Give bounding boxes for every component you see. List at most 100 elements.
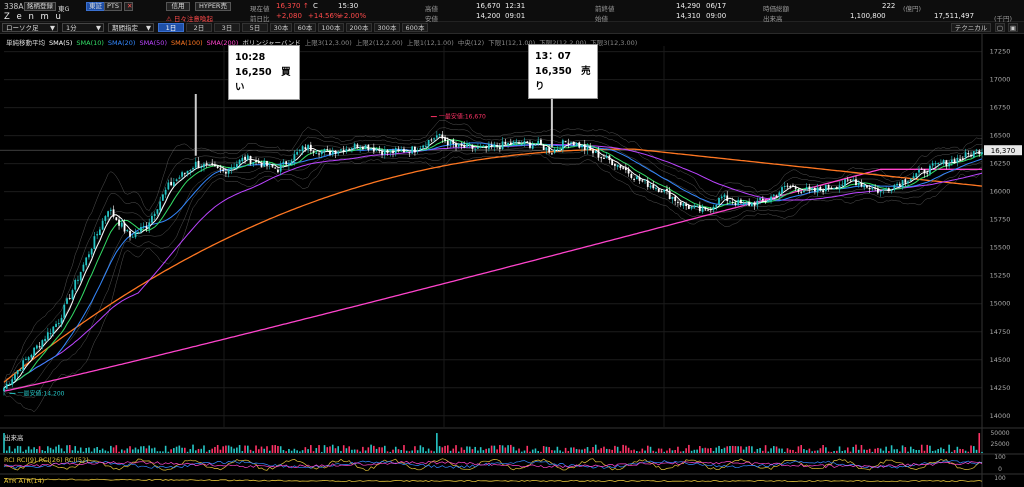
candle-body-265 bbox=[729, 201, 731, 203]
volume-bar-164 bbox=[452, 448, 455, 453]
price-tick-3: 16500 bbox=[990, 132, 1011, 140]
technical-button[interactable]: テクニカル bbox=[951, 23, 991, 32]
candle-body-308 bbox=[846, 179, 849, 181]
margin-button[interactable]: 信用 bbox=[166, 2, 190, 11]
span-button-0[interactable]: 1日 bbox=[158, 23, 184, 32]
volume-bar-11 bbox=[33, 447, 35, 453]
chart-type-select[interactable]: ローソク足 ▼ bbox=[2, 23, 58, 32]
volume-bar-35 bbox=[99, 450, 101, 453]
volume-bar-29 bbox=[82, 451, 85, 453]
candle-body-65 bbox=[181, 172, 183, 177]
volume-bar-155 bbox=[427, 448, 430, 453]
volume-bar-122 bbox=[337, 446, 340, 453]
volume-bar-34 bbox=[96, 447, 98, 453]
volume-bar-206 bbox=[567, 451, 570, 453]
volume-bar-101 bbox=[279, 446, 282, 453]
volume-bar-248 bbox=[682, 451, 685, 453]
volume-bar-244 bbox=[671, 450, 674, 453]
volume-bar-226 bbox=[622, 444, 624, 453]
volume-tick-1: 25000 bbox=[990, 441, 1009, 448]
period-select[interactable]: 期間指定 ▼ bbox=[108, 23, 154, 32]
volume-bar-121 bbox=[334, 448, 337, 453]
volume-bar-280 bbox=[770, 448, 772, 453]
candle-body-13 bbox=[38, 346, 41, 348]
close-icon[interactable]: ▣ bbox=[1008, 23, 1018, 32]
span-button-7[interactable]: 200本 bbox=[346, 23, 372, 32]
candle-body-122 bbox=[337, 151, 340, 154]
candle-body-268 bbox=[737, 199, 740, 206]
minimize-icon[interactable]: ▢ bbox=[995, 23, 1005, 32]
candle-body-254 bbox=[698, 205, 701, 212]
candle-body-138 bbox=[381, 151, 383, 155]
volume-bar-178 bbox=[490, 445, 493, 453]
volume-bar-353 bbox=[970, 445, 972, 453]
candle-body-112 bbox=[309, 144, 312, 151]
volume-bar-193 bbox=[531, 449, 534, 453]
candle-body-90 bbox=[249, 155, 252, 164]
volume-bar-275 bbox=[756, 449, 759, 453]
exchange-button[interactable]: 東証 bbox=[86, 2, 105, 11]
span-button-8[interactable]: 300本 bbox=[374, 23, 400, 32]
header-bar: 338A 銘柄登録 東G Z e n m u 東証 PTS ✕ 信用 HYPER… bbox=[0, 0, 1024, 23]
candle-body-230 bbox=[633, 178, 635, 180]
volume-bar-279 bbox=[767, 451, 770, 453]
span-button-6[interactable]: 100本 bbox=[318, 23, 344, 32]
candle-body-201 bbox=[553, 149, 556, 153]
volume-bar-328 bbox=[901, 445, 904, 453]
hyper-button[interactable]: HYPER売 bbox=[195, 2, 231, 11]
volume-bar-237 bbox=[652, 450, 655, 453]
candle-body-232 bbox=[638, 176, 641, 181]
volume-bar-316 bbox=[868, 448, 871, 453]
span-button-9[interactable]: 600本 bbox=[402, 23, 428, 32]
volume-bar-321 bbox=[882, 450, 885, 453]
chart-area[interactable]: 一最安値:16,670 一最安値:14,200 17250 17000 16750 16… bbox=[0, 34, 1024, 487]
candle-body-179 bbox=[493, 144, 496, 148]
span-button-1[interactable]: 2日 bbox=[186, 23, 212, 32]
volume-bar-41 bbox=[115, 445, 118, 453]
volume-bar-109 bbox=[301, 450, 304, 453]
rci-tick-1: 0 bbox=[998, 466, 1002, 473]
candle-body-336 bbox=[923, 169, 926, 174]
candle-body-144 bbox=[397, 148, 400, 150]
candle-body-319 bbox=[876, 188, 879, 193]
volume-bar-251 bbox=[690, 450, 693, 453]
atr-line: 100 bbox=[3, 475, 1006, 483]
span-button-2[interactable]: 3日 bbox=[214, 23, 240, 32]
candle-body-215 bbox=[592, 150, 594, 154]
interval-select[interactable]: 1分 ▼ bbox=[62, 23, 104, 32]
high-time: 12:31 bbox=[505, 2, 526, 10]
candle-body-18 bbox=[52, 326, 55, 334]
candle-body-47 bbox=[131, 236, 134, 238]
candle-body-187 bbox=[515, 141, 518, 143]
volume-bar-145 bbox=[400, 450, 403, 453]
candle-body-323 bbox=[887, 188, 890, 191]
candle-body-88 bbox=[244, 156, 246, 160]
volume-bar-139 bbox=[383, 445, 386, 453]
span-button-3[interactable]: 5日 bbox=[242, 23, 268, 32]
volume-bar-335 bbox=[920, 444, 923, 453]
candle-body-258 bbox=[709, 209, 712, 211]
candle-body-119 bbox=[329, 150, 331, 155]
volume-bar-39 bbox=[110, 445, 112, 453]
candle-body-345 bbox=[948, 163, 951, 167]
span-button-5[interactable]: 60本 bbox=[294, 23, 316, 32]
volume-bar-73 bbox=[203, 445, 205, 453]
volume-bar-355 bbox=[975, 449, 978, 453]
watchlist-button[interactable]: 銘柄登録 bbox=[24, 2, 56, 11]
candle-body-298 bbox=[819, 186, 822, 191]
candle-body-259 bbox=[712, 206, 715, 211]
volume-bar-305 bbox=[838, 446, 841, 453]
volume-bar-44 bbox=[123, 450, 126, 453]
pts-button[interactable]: PTS bbox=[104, 2, 123, 11]
candle-body-76 bbox=[211, 163, 214, 166]
candle-body-105 bbox=[290, 160, 293, 166]
candle-body-125 bbox=[345, 149, 348, 152]
volume-bar-310 bbox=[852, 446, 855, 453]
candle-body-78 bbox=[216, 166, 219, 168]
span-button-4[interactable]: 30本 bbox=[270, 23, 292, 32]
volume-bar-270 bbox=[742, 449, 745, 453]
candle-body-238 bbox=[655, 188, 657, 190]
no-icon[interactable]: ✕ bbox=[124, 2, 133, 11]
volume-bar-188 bbox=[518, 448, 520, 453]
volume-bar-51 bbox=[142, 446, 145, 453]
